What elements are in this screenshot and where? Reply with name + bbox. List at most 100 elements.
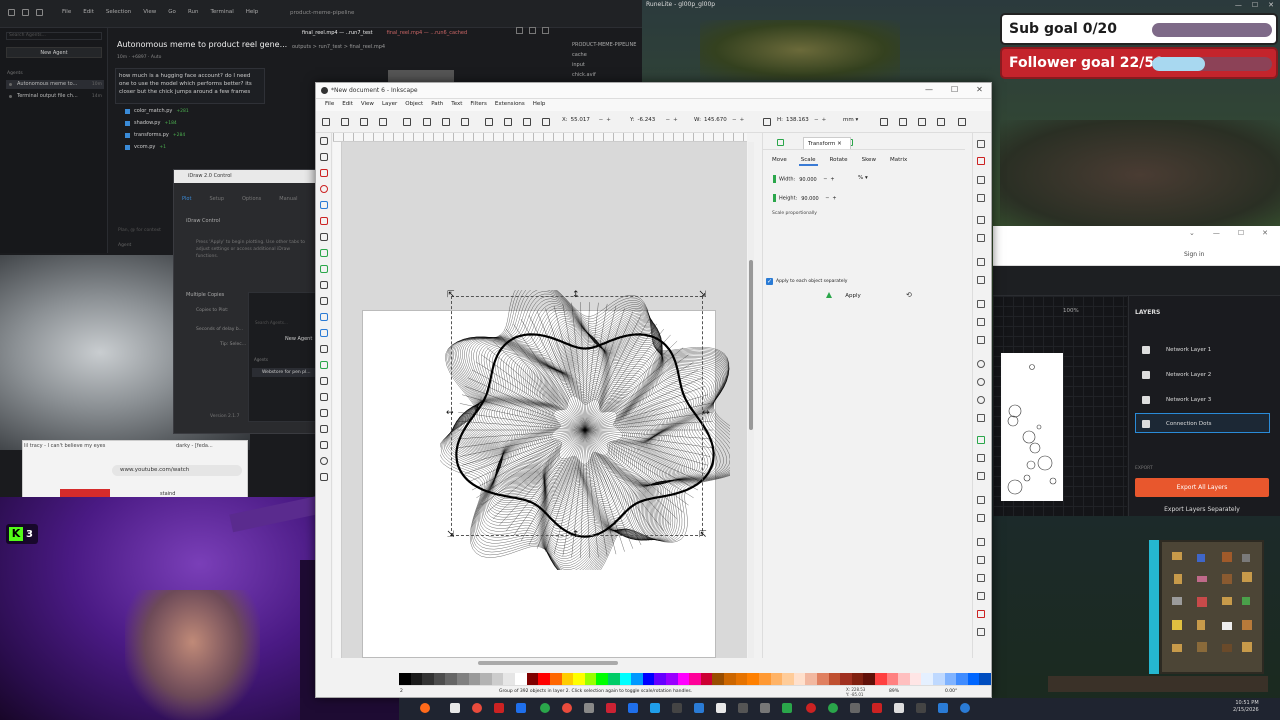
back-icon[interactable] (22, 9, 29, 16)
visibility-icon[interactable] (1142, 420, 1150, 428)
new-doc-icon[interactable] (977, 140, 985, 148)
zoom-page-icon[interactable] (977, 396, 985, 404)
scale-handle-top[interactable]: ↕ (572, 290, 580, 300)
undo-icon[interactable] (977, 258, 985, 266)
tab-move[interactable]: Move (770, 156, 789, 166)
palette-swatch[interactable] (863, 673, 875, 685)
system-clock[interactable]: 10:51 PM 2/15/2026 (1233, 700, 1259, 714)
chat-input[interactable]: Plan, @ for context (118, 228, 178, 236)
scale-handle-left[interactable]: ↔ (446, 408, 454, 418)
minimize-icon[interactable]: — (1235, 1, 1242, 9)
xml-editor-icon[interactable] (977, 556, 985, 564)
pencil-tool-icon[interactable] (320, 265, 328, 273)
palette-swatch[interactable] (642, 673, 655, 685)
x-field[interactable]: X: 55.017 −+ (562, 117, 614, 123)
browser-tab[interactable]: lil tracy - I can't believe my eyes (24, 443, 105, 449)
file-item[interactable]: shadow.py +184 (124, 120, 189, 132)
palette-swatch[interactable] (631, 673, 643, 685)
visibility-icon[interactable] (1142, 346, 1150, 354)
layers-icon[interactable] (977, 538, 985, 546)
3d-box-tool-icon[interactable] (320, 217, 328, 225)
palette-swatch[interactable] (410, 673, 423, 685)
app-icon[interactable] (694, 703, 704, 713)
palette-swatch[interactable] (677, 673, 690, 685)
calligraphy-tool-icon[interactable] (320, 281, 328, 289)
palette-swatch[interactable] (503, 673, 516, 685)
split-icon[interactable] (529, 27, 536, 34)
layer-row[interactable]: Network Layer 3 (1135, 389, 1270, 409)
scale-handle-tr[interactable]: ⇲ (699, 290, 707, 300)
lock-icon[interactable] (763, 118, 771, 126)
star-tool-icon[interactable] (320, 201, 328, 209)
symbols-icon[interactable] (977, 592, 985, 600)
select-all-icon[interactable] (322, 118, 330, 126)
forward-icon[interactable] (36, 9, 43, 16)
color-palette[interactable] (399, 673, 992, 685)
maximize-icon[interactable]: ☐ (951, 85, 958, 94)
app-icon[interactable] (916, 703, 926, 713)
menu-help[interactable]: Help (529, 99, 550, 111)
copy-icon[interactable] (977, 300, 985, 308)
palette-swatch[interactable] (445, 673, 458, 685)
fill-stroke-icon[interactable] (777, 139, 784, 146)
palette-swatch[interactable] (898, 673, 910, 685)
scrollbar-thumb[interactable] (749, 260, 753, 430)
chevron-down-icon[interactable]: ⌄ (1189, 229, 1195, 237)
palette-swatch[interactable] (689, 673, 701, 685)
app-icon[interactable] (894, 703, 904, 713)
menu-text[interactable]: Text (447, 99, 466, 111)
flip-horizontal-icon[interactable] (423, 118, 431, 126)
menu-run[interactable]: Run (188, 9, 199, 15)
menu-layer[interactable]: Layer (378, 99, 401, 111)
agent-mode-select[interactable]: Agent (118, 243, 131, 248)
menu-terminal[interactable]: Terminal (210, 9, 233, 15)
app-icon[interactable] (782, 703, 792, 713)
agent-list-item[interactable]: Webstore for pen pl... (252, 368, 316, 377)
app-icon[interactable] (494, 703, 504, 713)
tab-setup[interactable]: Setup (209, 196, 224, 202)
palette-swatch[interactable] (851, 673, 864, 685)
select-all-layers-icon[interactable] (341, 118, 349, 126)
w-field[interactable]: W: 145.670 −+ (694, 117, 747, 123)
redo-icon[interactable] (977, 276, 985, 284)
current-layer-indicator[interactable]: 2 (400, 689, 403, 694)
scale-corners-icon[interactable] (899, 118, 907, 126)
duplicate-icon[interactable] (977, 414, 985, 422)
explorer-folder-input[interactable]: input (566, 62, 636, 72)
panel-toggle-icon[interactable] (8, 9, 15, 16)
close-icon[interactable]: ✕ (976, 85, 983, 94)
status-rotation[interactable]: 0.00° (945, 689, 957, 694)
palette-swatch[interactable] (549, 673, 562, 685)
scale-handle-bl[interactable]: ⇲ (447, 530, 455, 540)
menu-file[interactable]: File (62, 9, 71, 15)
unit-select[interactable]: mm ▾ (843, 117, 858, 123)
menu-extensions[interactable]: Extensions (491, 99, 529, 111)
zoom-tool-icon[interactable] (320, 457, 328, 465)
scale-handle-right[interactable]: ↔ (702, 408, 710, 418)
rotate-cw-icon[interactable] (403, 118, 411, 126)
close-icon[interactable]: ✕ (1262, 229, 1268, 237)
clone-icon[interactable] (977, 436, 985, 444)
flip-vertical-icon[interactable] (442, 118, 450, 126)
palette-swatch[interactable] (457, 673, 469, 685)
zoom-selection-icon[interactable] (977, 360, 985, 368)
h-field[interactable]: H: 138.163 −+ (777, 117, 829, 123)
open-icon[interactable] (977, 157, 985, 165)
scale-stroke-icon[interactable] (880, 118, 888, 126)
scale-handle-br[interactable]: ⇱ (699, 530, 707, 540)
address-bar[interactable]: www.youtube.com/watch (112, 465, 242, 476)
new-agent-button[interactable]: New Agent (6, 47, 102, 58)
raise-to-top-icon[interactable] (461, 118, 469, 126)
palette-swatch[interactable] (619, 673, 632, 685)
palette-swatch[interactable] (956, 673, 968, 685)
palette-swatch[interactable] (596, 673, 608, 685)
search-agents-input[interactable]: Search Agents... (255, 320, 288, 325)
spiral-tool-icon[interactable] (320, 233, 328, 241)
eraser-tool-icon[interactable] (320, 409, 328, 417)
palette-swatch[interactable] (828, 673, 841, 685)
scale-width-field[interactable]: Width: 90.000 −+ (773, 175, 838, 183)
deselect-icon[interactable] (360, 118, 368, 126)
fill-stroke-cmd-icon[interactable] (977, 496, 985, 504)
app-icon[interactable] (716, 703, 726, 713)
menu-view[interactable]: View (357, 99, 378, 111)
